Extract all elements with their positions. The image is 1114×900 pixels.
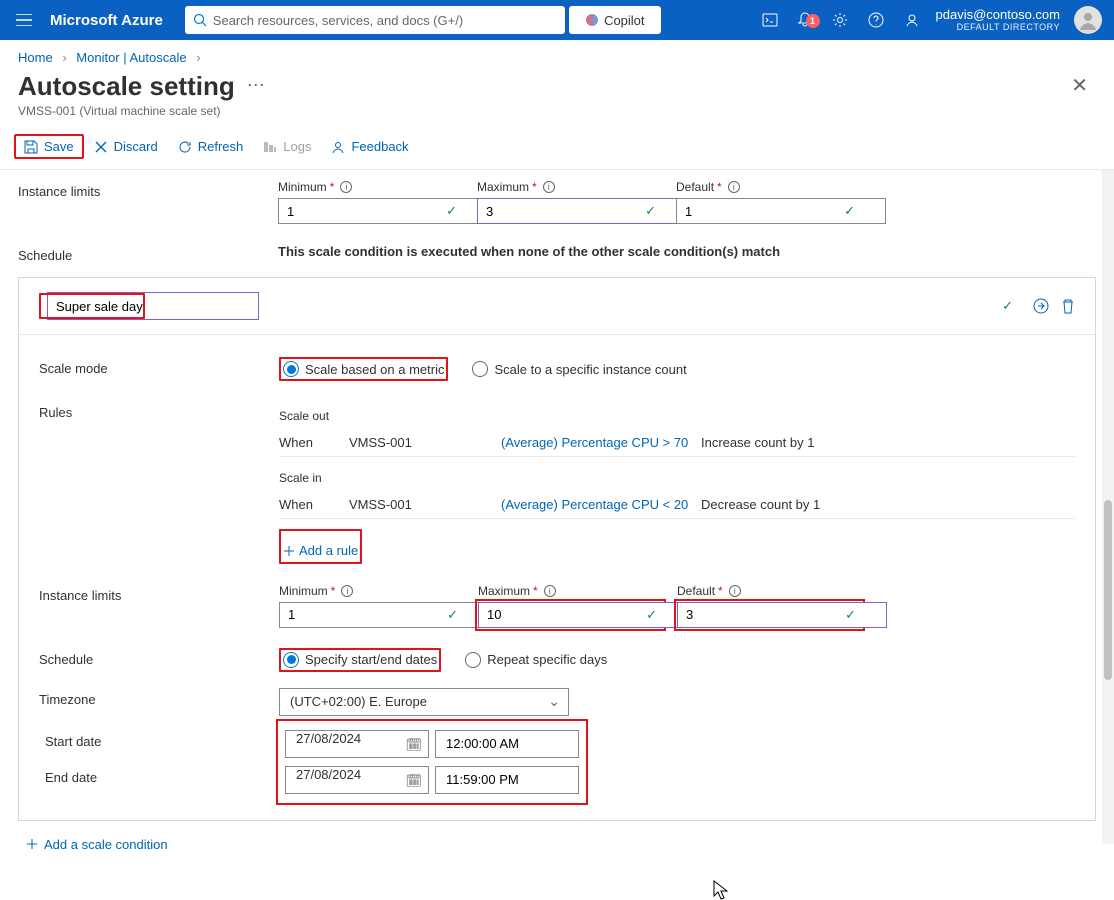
info-icon[interactable]: i [340, 181, 352, 193]
scale-in-header: Scale in [279, 471, 1075, 485]
plus-icon [283, 545, 295, 557]
checkmark-icon: ✓ [1002, 298, 1013, 314]
end-time-input[interactable] [435, 766, 579, 794]
scale-out-header: Scale out [279, 409, 1075, 423]
label-instance-limits2: Instance limits [39, 584, 279, 603]
user-account[interactable]: pdavis@contoso.com DEFAULT DIRECTORY [930, 7, 1066, 33]
radio-repeat-days[interactable]: Repeat specific days [465, 652, 607, 668]
mouse-cursor-icon [713, 880, 729, 900]
label-rules: Rules [39, 401, 279, 420]
logs-button: Logs [253, 135, 321, 158]
hamburger-icon[interactable] [8, 6, 40, 34]
delete-condition-icon[interactable] [1061, 298, 1075, 314]
plus-icon [26, 838, 38, 850]
page-title: Autoscale setting [18, 71, 235, 102]
schedule-default-message: This scale condition is executed when no… [278, 244, 780, 259]
label-start-date: Start date [45, 730, 285, 749]
close-icon[interactable]: ✕ [1063, 69, 1096, 102]
cloud-shell-icon[interactable] [752, 13, 788, 27]
title-row: Autoscale setting ⋯ ✕ [0, 69, 1114, 102]
search-icon [193, 13, 207, 27]
page-subtitle: VMSS-001 (Virtual machine scale set) [0, 102, 1114, 128]
azure-header: Microsoft Azure Search resources, servic… [0, 0, 1114, 40]
settings-icon[interactable] [822, 12, 858, 28]
checkmark-icon: ✓ [446, 203, 457, 219]
info-icon[interactable]: i [728, 181, 740, 193]
start-time-input[interactable] [435, 730, 579, 758]
more-actions-icon[interactable]: ⋯ [247, 75, 265, 96]
save-button[interactable]: Save [14, 134, 84, 159]
feedback-icon [331, 140, 345, 154]
radio-scale-metric[interactable]: Scale based on a metric [283, 361, 444, 377]
notifications-icon[interactable]: 1 [788, 12, 822, 28]
scrollbar-thumb[interactable] [1104, 500, 1112, 680]
calendar-icon: 🗓 [405, 737, 422, 753]
add-scale-condition-button[interactable]: Add a scale condition [26, 837, 168, 852]
label-end-date: End date [45, 766, 285, 785]
rule-metric-link[interactable]: (Average) Percentage CPU < 20 [501, 497, 701, 512]
info-icon[interactable]: i [544, 585, 556, 597]
feedback-button[interactable]: Feedback [321, 135, 418, 158]
notification-badge: 1 [806, 14, 820, 28]
save-icon [24, 140, 38, 154]
row-schedule-default: Schedule This scale condition is execute… [18, 234, 1096, 273]
checkmark-icon: ✓ [646, 607, 657, 623]
discard-icon [94, 140, 108, 154]
row-instance-limits: Instance limits Minimum*i ✓ Maximum*i ✓ … [18, 170, 1096, 234]
crumb-monitor[interactable]: Monitor | Autoscale [76, 50, 186, 65]
end-date-input[interactable]: 27/08/2024🗓 [285, 766, 429, 794]
info-icon[interactable]: i [341, 585, 353, 597]
avatar-icon[interactable] [1074, 6, 1102, 34]
info-icon[interactable]: i [729, 585, 741, 597]
logs-icon [263, 140, 277, 154]
rule-metric-link[interactable]: (Average) Percentage CPU > 70 [501, 435, 701, 450]
start-date-input[interactable]: 27/08/2024🗓 [285, 730, 429, 758]
vertical-scrollbar[interactable] [1102, 170, 1114, 844]
global-search-input[interactable]: Search resources, services, and docs (G+… [185, 6, 565, 34]
checkmark-icon: ✓ [845, 607, 856, 623]
radio-specify-dates[interactable]: Specify start/end dates [283, 652, 437, 668]
label-schedule: Schedule [18, 244, 278, 263]
calendar-icon: 🗓 [405, 773, 422, 789]
checkmark-icon: ✓ [645, 203, 656, 219]
feedback-hdr-icon[interactable] [894, 12, 930, 28]
crumb-home[interactable]: Home [18, 50, 53, 65]
breadcrumb: Home › Monitor | Autoscale › [0, 40, 1114, 69]
add-rule-button[interactable]: Add a rule [283, 543, 358, 558]
label-scale-mode: Scale mode [39, 357, 279, 376]
scale-condition-card: ✓ Scale mode Scale based on a metric Sca… [18, 277, 1096, 821]
copilot-button[interactable]: Copilot [569, 6, 661, 34]
toolbar: Save Discard Refresh Logs Feedback [0, 128, 1114, 170]
checkmark-icon: ✓ [447, 607, 458, 623]
condition-name-input[interactable] [47, 292, 259, 320]
copilot-icon [585, 13, 599, 27]
checkmark-icon: ✓ [844, 203, 855, 219]
info-icon[interactable]: i [543, 181, 555, 193]
help-icon[interactable] [858, 12, 894, 28]
apply-icon[interactable] [1033, 298, 1049, 314]
label-timezone: Timezone [39, 688, 279, 707]
content: Instance limits Minimum*i ✓ Maximum*i ✓ … [0, 170, 1114, 886]
refresh-button[interactable]: Refresh [168, 135, 254, 158]
label-instance-limits: Instance limits [18, 180, 278, 199]
label-schedule2: Schedule [39, 648, 279, 667]
timezone-select[interactable]: (UTC+02:00) E. Europe [279, 688, 569, 716]
rule-row-scale-in: When VMSS-001 (Average) Percentage CPU <… [279, 491, 1075, 519]
brand-label[interactable]: Microsoft Azure [50, 12, 163, 29]
refresh-icon [178, 140, 192, 154]
radio-scale-specific[interactable]: Scale to a specific instance count [472, 361, 686, 377]
rule-row-scale-out: When VMSS-001 (Average) Percentage CPU >… [279, 429, 1075, 457]
discard-button[interactable]: Discard [84, 135, 168, 158]
